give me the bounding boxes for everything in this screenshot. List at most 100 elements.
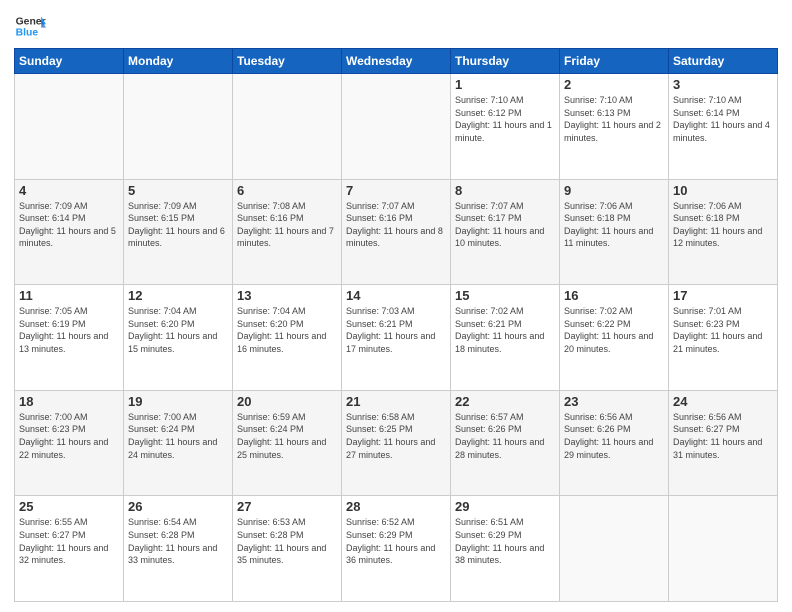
day-info: Sunrise: 7:10 AM Sunset: 6:14 PM Dayligh… xyxy=(673,94,773,144)
day-info: Sunrise: 6:52 AM Sunset: 6:29 PM Dayligh… xyxy=(346,516,446,566)
calendar-cell: 17 Sunrise: 7:01 AM Sunset: 6:23 PM Dayli… xyxy=(669,285,778,391)
day-info: Sunrise: 7:01 AM Sunset: 6:23 PM Dayligh… xyxy=(673,305,773,355)
calendar-cell xyxy=(233,74,342,180)
calendar-cell: 22 Sunrise: 6:57 AM Sunset: 6:26 PM Dayli… xyxy=(451,390,560,496)
weekday-header-saturday: Saturday xyxy=(669,49,778,74)
day-number: 29 xyxy=(455,499,555,514)
day-number: 22 xyxy=(455,394,555,409)
day-number: 12 xyxy=(128,288,228,303)
calendar-cell: 2 Sunrise: 7:10 AM Sunset: 6:13 PM Daylig… xyxy=(560,74,669,180)
calendar-cell: 23 Sunrise: 6:56 AM Sunset: 6:26 PM Dayli… xyxy=(560,390,669,496)
day-number: 24 xyxy=(673,394,773,409)
day-number: 27 xyxy=(237,499,337,514)
day-number: 17 xyxy=(673,288,773,303)
day-number: 18 xyxy=(19,394,119,409)
day-info: Sunrise: 7:09 AM Sunset: 6:15 PM Dayligh… xyxy=(128,200,228,250)
week-row-2: 4 Sunrise: 7:09 AM Sunset: 6:14 PM Daylig… xyxy=(15,179,778,285)
day-info: Sunrise: 7:04 AM Sunset: 6:20 PM Dayligh… xyxy=(237,305,337,355)
calendar-cell: 11Sunrise: 7:05 AM Sunset: 6:19 PM Dayli… xyxy=(15,285,124,391)
day-info: Sunrise: 6:51 AM Sunset: 6:29 PM Dayligh… xyxy=(455,516,555,566)
day-info: Sunrise: 6:57 AM Sunset: 6:26 PM Dayligh… xyxy=(455,411,555,461)
svg-text:Blue: Blue xyxy=(16,28,39,39)
calendar-cell: 14 Sunrise: 7:03 AM Sunset: 6:21 PM Dayli… xyxy=(342,285,451,391)
calendar-cell: 21 Sunrise: 6:58 AM Sunset: 6:25 PM Dayli… xyxy=(342,390,451,496)
weekday-header-monday: Monday xyxy=(124,49,233,74)
day-info: Sunrise: 7:05 AM Sunset: 6:19 PM Dayligh… xyxy=(19,305,119,355)
logo-icon: General Blue xyxy=(14,10,46,42)
day-info: Sunrise: 6:56 AM Sunset: 6:26 PM Dayligh… xyxy=(564,411,664,461)
day-info: Sunrise: 6:59 AM Sunset: 6:24 PM Dayligh… xyxy=(237,411,337,461)
day-number: 1 xyxy=(455,77,555,92)
weekday-header-sunday: Sunday xyxy=(15,49,124,74)
calendar-cell: 15 Sunrise: 7:02 AM Sunset: 6:21 PM Dayli… xyxy=(451,285,560,391)
calendar-cell: 29 Sunrise: 6:51 AM Sunset: 6:29 PM Dayli… xyxy=(451,496,560,602)
day-info: Sunrise: 7:07 AM Sunset: 6:17 PM Dayligh… xyxy=(455,200,555,250)
day-info: Sunrise: 7:06 AM Sunset: 6:18 PM Dayligh… xyxy=(564,200,664,250)
day-number: 5 xyxy=(128,183,228,198)
day-number: 16 xyxy=(564,288,664,303)
day-number: 25 xyxy=(19,499,119,514)
day-info: Sunrise: 7:08 AM Sunset: 6:16 PM Dayligh… xyxy=(237,200,337,250)
day-number: 6 xyxy=(237,183,337,198)
day-number: 21 xyxy=(346,394,446,409)
weekday-header-thursday: Thursday xyxy=(451,49,560,74)
calendar-cell: 26 Sunrise: 6:54 AM Sunset: 6:28 PM Dayli… xyxy=(124,496,233,602)
weekday-header-wednesday: Wednesday xyxy=(342,49,451,74)
day-number: 2 xyxy=(564,77,664,92)
calendar-cell: 28 Sunrise: 6:52 AM Sunset: 6:29 PM Dayli… xyxy=(342,496,451,602)
week-row-3: 11Sunrise: 7:05 AM Sunset: 6:19 PM Dayli… xyxy=(15,285,778,391)
calendar-cell: 27 Sunrise: 6:53 AM Sunset: 6:28 PM Dayli… xyxy=(233,496,342,602)
calendar-table: SundayMondayTuesdayWednesdayThursdayFrid… xyxy=(14,48,778,602)
weekday-header-tuesday: Tuesday xyxy=(233,49,342,74)
day-info: Sunrise: 7:06 AM Sunset: 6:18 PM Dayligh… xyxy=(673,200,773,250)
day-number: 28 xyxy=(346,499,446,514)
calendar-cell: 16 Sunrise: 7:02 AM Sunset: 6:22 PM Dayli… xyxy=(560,285,669,391)
day-number: 15 xyxy=(455,288,555,303)
day-info: Sunrise: 7:00 AM Sunset: 6:23 PM Dayligh… xyxy=(19,411,119,461)
calendar-cell: 9 Sunrise: 7:06 AM Sunset: 6:18 PM Daylig… xyxy=(560,179,669,285)
day-info: Sunrise: 6:54 AM Sunset: 6:28 PM Dayligh… xyxy=(128,516,228,566)
week-row-1: 1Sunrise: 7:10 AM Sunset: 6:12 PM Daylig… xyxy=(15,74,778,180)
day-info: Sunrise: 7:02 AM Sunset: 6:21 PM Dayligh… xyxy=(455,305,555,355)
day-number: 26 xyxy=(128,499,228,514)
day-info: Sunrise: 7:00 AM Sunset: 6:24 PM Dayligh… xyxy=(128,411,228,461)
calendar-cell: 7Sunrise: 7:07 AM Sunset: 6:16 PM Daylig… xyxy=(342,179,451,285)
calendar-cell xyxy=(342,74,451,180)
day-info: Sunrise: 7:02 AM Sunset: 6:22 PM Dayligh… xyxy=(564,305,664,355)
calendar-cell: 13 Sunrise: 7:04 AM Sunset: 6:20 PM Dayli… xyxy=(233,285,342,391)
weekday-header-friday: Friday xyxy=(560,49,669,74)
day-info: Sunrise: 7:10 AM Sunset: 6:13 PM Dayligh… xyxy=(564,94,664,144)
calendar-cell: 3 Sunrise: 7:10 AM Sunset: 6:14 PM Daylig… xyxy=(669,74,778,180)
day-info: Sunrise: 6:56 AM Sunset: 6:27 PM Dayligh… xyxy=(673,411,773,461)
calendar-cell: 24 Sunrise: 6:56 AM Sunset: 6:27 PM Dayli… xyxy=(669,390,778,496)
week-row-4: 18 Sunrise: 7:00 AM Sunset: 6:23 PM Dayli… xyxy=(15,390,778,496)
day-number: 13 xyxy=(237,288,337,303)
day-number: 14 xyxy=(346,288,446,303)
day-number: 23 xyxy=(564,394,664,409)
day-number: 9 xyxy=(564,183,664,198)
logo: General Blue xyxy=(14,10,46,42)
day-info: Sunrise: 6:58 AM Sunset: 6:25 PM Dayligh… xyxy=(346,411,446,461)
day-info: Sunrise: 7:03 AM Sunset: 6:21 PM Dayligh… xyxy=(346,305,446,355)
day-info: Sunrise: 7:04 AM Sunset: 6:20 PM Dayligh… xyxy=(128,305,228,355)
day-number: 19 xyxy=(128,394,228,409)
page: General Blue SundayMondayTuesdayWednesda… xyxy=(0,0,792,612)
calendar-cell: 18 Sunrise: 7:00 AM Sunset: 6:23 PM Dayli… xyxy=(15,390,124,496)
calendar-cell xyxy=(15,74,124,180)
day-info: Sunrise: 6:55 AM Sunset: 6:27 PM Dayligh… xyxy=(19,516,119,566)
day-number: 4 xyxy=(19,183,119,198)
day-info: Sunrise: 7:09 AM Sunset: 6:14 PM Dayligh… xyxy=(19,200,119,250)
calendar-cell: 6 Sunrise: 7:08 AM Sunset: 6:16 PM Daylig… xyxy=(233,179,342,285)
day-info: Sunrise: 6:53 AM Sunset: 6:28 PM Dayligh… xyxy=(237,516,337,566)
calendar-cell: 19 Sunrise: 7:00 AM Sunset: 6:24 PM Dayli… xyxy=(124,390,233,496)
calendar-cell: 10 Sunrise: 7:06 AM Sunset: 6:18 PM Dayli… xyxy=(669,179,778,285)
day-number: 10 xyxy=(673,183,773,198)
calendar-cell: 20Sunrise: 6:59 AM Sunset: 6:24 PM Dayli… xyxy=(233,390,342,496)
weekday-header-row: SundayMondayTuesdayWednesdayThursdayFrid… xyxy=(15,49,778,74)
calendar-cell xyxy=(560,496,669,602)
calendar-cell: 25 Sunrise: 6:55 AM Sunset: 6:27 PM Dayli… xyxy=(15,496,124,602)
calendar-cell xyxy=(669,496,778,602)
day-number: 3 xyxy=(673,77,773,92)
calendar-cell: 12 Sunrise: 7:04 AM Sunset: 6:20 PM Dayli… xyxy=(124,285,233,391)
week-row-5: 25 Sunrise: 6:55 AM Sunset: 6:27 PM Dayli… xyxy=(15,496,778,602)
